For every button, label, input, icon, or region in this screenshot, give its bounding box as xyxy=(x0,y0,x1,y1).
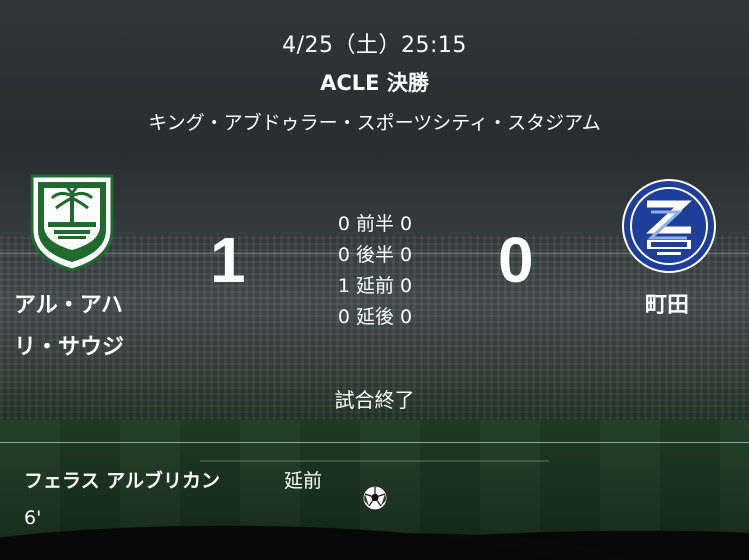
period-row-extra-second: 0 延後 0 xyxy=(300,302,450,333)
period-scores: 0 前半 0 0 後半 0 1 延前 0 0 延後 0 xyxy=(300,209,450,333)
venue-name: キング・アブドゥラー・スポーツシティ・スタジアム xyxy=(148,112,601,134)
home-team-name-line1: アル・アハ xyxy=(14,293,123,318)
home-team-name[interactable]: アル・アハ リ・サウジ xyxy=(14,285,154,369)
divider xyxy=(0,442,749,443)
away-team-name[interactable]: 町田 xyxy=(612,285,722,327)
away-score: 0 xyxy=(498,224,534,296)
match-date: 4/25（土）25:15 xyxy=(282,33,467,58)
period-row-second-half: 0 後半 0 xyxy=(300,240,450,271)
home-team-name-line2: リ・サウジ xyxy=(14,335,125,360)
period-label: 延後 xyxy=(355,306,394,328)
period-label: 後半 xyxy=(355,244,394,266)
period-home-score: 0 xyxy=(337,213,350,235)
competition-name: ACLE 決勝 xyxy=(320,71,429,95)
period-away-score: 0 xyxy=(400,275,413,297)
goal-period: 延前 xyxy=(284,470,323,492)
machida-zelvia-crest-icon[interactable] xyxy=(621,178,717,274)
period-home-score: 0 xyxy=(337,244,350,266)
period-home-score: 1 xyxy=(337,275,350,297)
match-result-card: 4/25（土）25:15 ACLE 決勝 キング・アブドゥラー・スポーツシティ・… xyxy=(0,0,749,560)
period-label: 延前 xyxy=(355,275,394,297)
al-ahli-crest-icon[interactable] xyxy=(24,172,120,272)
period-home-score: 0 xyxy=(337,306,350,328)
period-label: 前半 xyxy=(355,213,394,235)
period-row-first-half: 0 前半 0 xyxy=(300,209,450,240)
period-row-extra-first: 1 延前 0 xyxy=(300,271,450,302)
goal-scorer-name: フェラス アルブリカン xyxy=(24,470,221,492)
period-away-score: 0 xyxy=(400,213,413,235)
period-away-score: 0 xyxy=(400,306,413,328)
soccer-ball-icon xyxy=(362,485,388,511)
period-away-score: 0 xyxy=(400,244,413,266)
match-status: 試合終了 xyxy=(334,388,415,412)
goal-minute: 6' xyxy=(24,507,42,529)
home-score: 1 xyxy=(210,224,246,296)
